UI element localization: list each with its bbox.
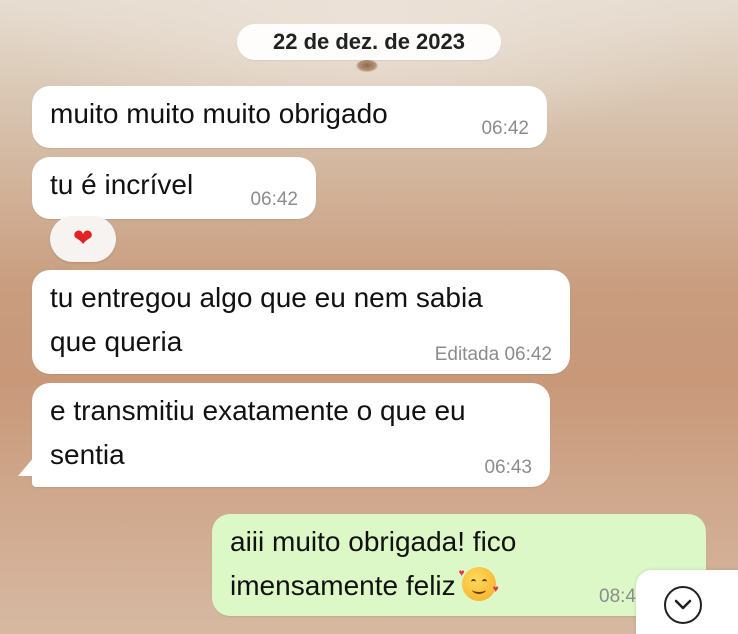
date-separator-label: 22 de dez. de 2023 bbox=[273, 29, 465, 54]
chat-screen: 22 de dez. de 2023 muito muito muito obr… bbox=[0, 0, 738, 634]
message-text: aiii muito obrigada! fico imensamente fe… bbox=[230, 520, 516, 608]
date-separator: 22 de dez. de 2023 bbox=[237, 24, 501, 60]
message-text: tu entregou algo que eu nem sabia que qu… bbox=[50, 282, 483, 357]
chevron-down-icon bbox=[674, 599, 692, 610]
message-bubble-incoming[interactable]: tu é incrível 06:42 bbox=[32, 157, 316, 219]
message-time: 06:42 bbox=[504, 344, 552, 365]
message-meta: Editada 06:42 bbox=[435, 344, 552, 366]
reaction-heart[interactable]: ❤ bbox=[50, 216, 116, 262]
edited-label: Editada bbox=[434, 344, 500, 365]
message-bubble-incoming[interactable]: e transmitiu exatamente o que eu sentia … bbox=[32, 383, 550, 487]
message-time: 06:42 bbox=[250, 189, 298, 210]
message-text: e transmitiu exatamente o que eu sentia bbox=[50, 395, 466, 470]
message-time: 06:42 bbox=[481, 118, 529, 139]
message-text: muito muito muito obrigado bbox=[50, 98, 388, 129]
scroll-to-bottom-panel bbox=[636, 570, 738, 634]
message-bubble-incoming[interactable]: muito muito muito obrigado 06:42 bbox=[32, 86, 547, 148]
message-bubble-incoming[interactable]: tu entregou algo que eu nem sabia que qu… bbox=[32, 270, 570, 374]
heart-icon: ❤ bbox=[72, 225, 94, 252]
background-wallpaper-detail bbox=[356, 60, 378, 72]
smiling-face-with-hearts-icon: ♥ ♥ bbox=[459, 567, 499, 601]
message-time: 08:4 bbox=[599, 586, 636, 607]
message-bubble-outgoing[interactable]: aiii muito obrigada! fico imensamente fe… bbox=[212, 514, 706, 616]
message-text: tu é incrível bbox=[50, 169, 194, 200]
message-time: 06:43 bbox=[484, 457, 532, 478]
scroll-down-button[interactable] bbox=[664, 586, 702, 624]
